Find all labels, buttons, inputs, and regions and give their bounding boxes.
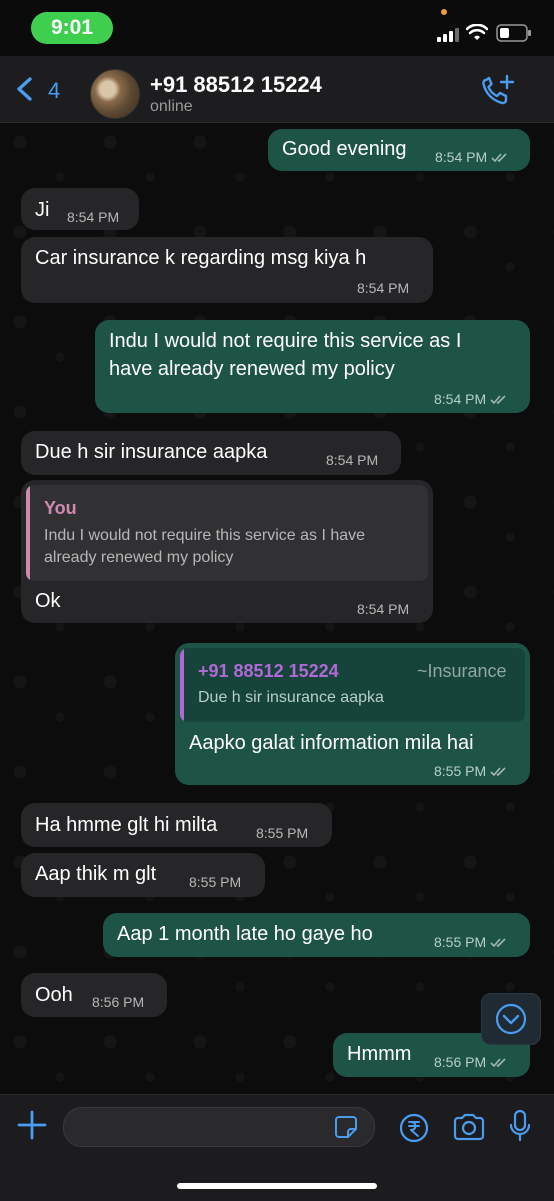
message-text: Ha hmme glt hi milta — [35, 814, 218, 836]
message-bubble-incoming[interactable]: Aap thik m glt 8:55 PM — [21, 853, 265, 897]
message-bubble-outgoing-reply[interactable]: +91 88512 15224 ~Insurance Due h sir ins… — [175, 643, 530, 785]
home-indicator[interactable] — [177, 1183, 377, 1189]
contact-status: online — [150, 98, 193, 115]
message-text: Aapko galat information mila hai — [189, 732, 474, 754]
message-text: Car insurance k regarding msg kiya h — [35, 247, 367, 269]
message-text: Aap thik m glt — [35, 863, 157, 885]
message-time: 8:55 PM — [434, 763, 508, 779]
message-time: 8:54 PM — [357, 601, 410, 617]
read-ticks-icon — [491, 153, 507, 163]
message-bubble-incoming[interactable]: Car insurance k regarding msg kiya h 8:5… — [21, 237, 433, 303]
message-time: 8:54 PM — [434, 391, 508, 407]
message-time: 8:55 PM — [189, 874, 242, 890]
message-bubble-outgoing[interactable]: Good evening 8:54 PM — [268, 129, 530, 171]
read-ticks-icon — [490, 938, 506, 948]
message-text: Ok — [35, 590, 61, 612]
message-bubble-outgoing[interactable]: Indu I would not require this service as… — [95, 320, 530, 413]
quote-text: Due h sir insurance aapka — [198, 689, 384, 706]
message-bubble-incoming[interactable]: Due h sir insurance aapka 8:54 PM — [21, 431, 401, 475]
message-bubble-outgoing[interactable]: Aap 1 month late ho gaye ho 8:55 PM — [103, 913, 530, 957]
message-text-line-1: Indu I would not require this service as… — [109, 330, 462, 352]
quote-author-tag: ~Insurance — [417, 661, 507, 681]
message-bubble-incoming-reply[interactable]: You Indu I would not require this servic… — [21, 480, 433, 623]
plus-icon[interactable] — [16, 1109, 48, 1141]
signal-icon — [437, 28, 459, 42]
quote-author: +91 88512 15224 — [198, 661, 339, 681]
message-text: Ji — [35, 199, 50, 221]
mic-indicator-dot — [441, 9, 447, 15]
message-time: 8:56 PM — [434, 1054, 508, 1070]
quote-text-line-1: Indu I would not require this service as… — [44, 527, 366, 544]
message-text: Good evening — [282, 138, 407, 160]
read-ticks-icon — [490, 767, 506, 777]
message-text: Hmmm — [347, 1043, 412, 1065]
message-time: 8:54 PM — [67, 209, 120, 225]
message-time: 8:54 PM — [435, 149, 509, 165]
unread-count[interactable]: 4 — [48, 78, 60, 104]
rupee-icon[interactable] — [398, 1112, 430, 1144]
quote-bar — [180, 648, 184, 722]
message-time: 8:54 PM — [326, 452, 379, 468]
message-text: Aap 1 month late ho gaye ho — [117, 923, 373, 945]
message-bubble-incoming[interactable]: Ji 8:54 PM — [21, 188, 139, 230]
call-add-icon[interactable] — [480, 74, 516, 108]
quote-bar — [26, 485, 30, 581]
back-chevron-icon[interactable] — [14, 76, 38, 102]
message-input[interactable] — [63, 1107, 375, 1147]
chat-header: 4 +91 88512 15224 online — [0, 56, 554, 123]
status-bar: 9:01 — [0, 0, 554, 56]
contact-name[interactable]: +91 88512 15224 — [150, 72, 322, 98]
read-ticks-icon — [490, 395, 506, 405]
message-time: 8:56 PM — [92, 994, 145, 1010]
wifi-icon — [466, 24, 488, 40]
sticker-icon[interactable] — [334, 1115, 358, 1139]
message-bubble-incoming[interactable]: Ha hmme glt hi milta 8:55 PM — [21, 803, 332, 847]
message-time: 8:55 PM — [256, 825, 309, 841]
scroll-to-bottom-button[interactable] — [481, 993, 541, 1045]
status-time: 9:01 — [31, 12, 113, 44]
message-text: Ooh — [35, 984, 73, 1006]
quoted-message[interactable]: You Indu I would not require this servic… — [26, 485, 428, 581]
message-text-line-2: have already renewed my policy — [109, 358, 395, 380]
message-bubble-incoming[interactable]: Ooh 8:56 PM — [21, 973, 167, 1017]
scroll-down-icon — [495, 1003, 527, 1035]
message-text: Due h sir insurance aapka — [35, 441, 268, 463]
microphone-icon[interactable] — [508, 1109, 532, 1143]
message-time: 8:54 PM — [357, 280, 410, 296]
camera-icon[interactable] — [452, 1113, 486, 1141]
contact-avatar[interactable] — [90, 69, 140, 119]
read-ticks-icon — [490, 1058, 506, 1068]
message-time: 8:55 PM — [434, 934, 508, 950]
quote-text-line-2: already renewed my policy — [44, 549, 234, 566]
quote-author: You — [44, 498, 77, 518]
quoted-message[interactable]: +91 88512 15224 ~Insurance Due h sir ins… — [180, 648, 525, 722]
battery-icon — [496, 24, 531, 42]
